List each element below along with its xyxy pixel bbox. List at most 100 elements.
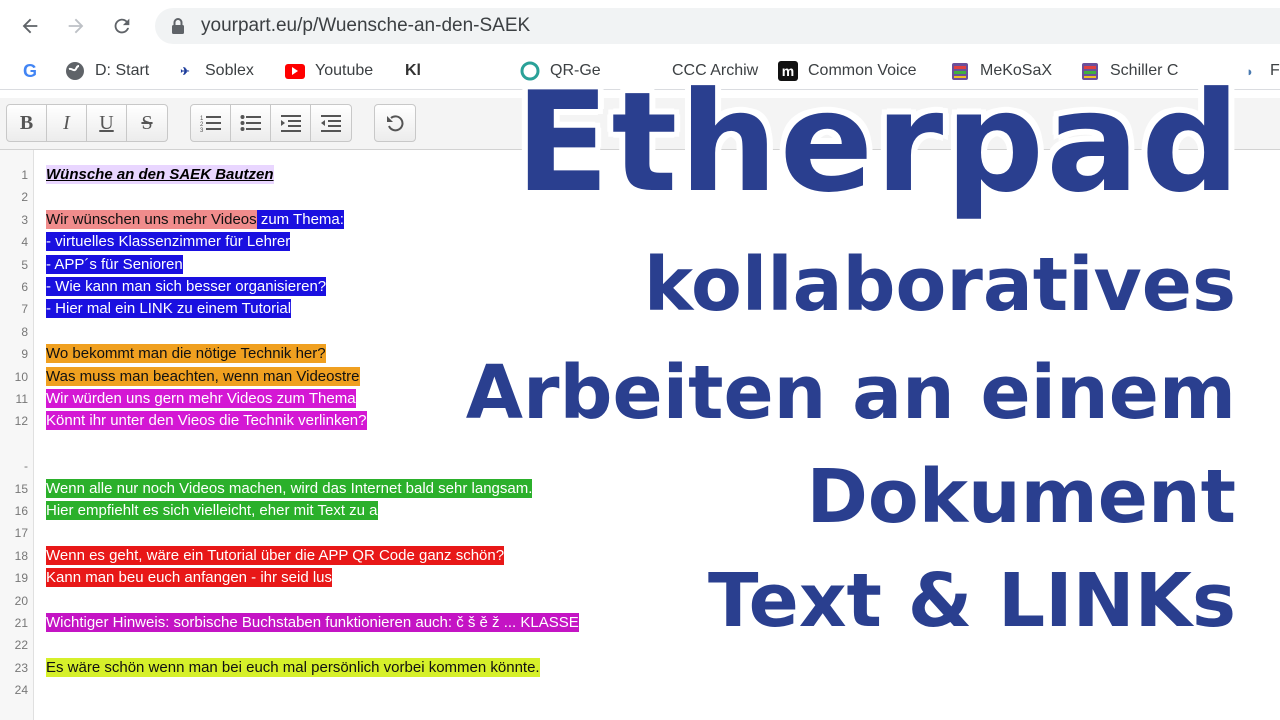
bookmark-ccc[interactable]: CCC Archiw (672, 59, 758, 83)
line-text[interactable]: Wir wünschen uns mehr Videos zum Thema: (46, 209, 344, 230)
author-text-segment: Könnt ihr unter den Vieos die Technik ve… (46, 411, 367, 431)
line-text[interactable]: - Wie kann man sich besser organisieren? (46, 277, 327, 297)
pad-line[interactable]: 4 - virtuelles Klassenzimmer für Lehrer (0, 231, 1280, 253)
bookmarks-bar: G D: Start ✈ Soblex Youtube Kl QR-Ge CCC… (0, 52, 1280, 90)
author-text-segment: Wir würden uns gern mehr Videos zum Them… (46, 389, 356, 408)
line-text[interactable]: - APP´s für Senioren (46, 254, 183, 275)
qr-icon (520, 61, 540, 81)
bookmark-qr[interactable]: QR-Ge (520, 59, 601, 83)
address-bar[interactable]: yourpart.eu/p/Wuensche-an-den-SAEK (155, 8, 1280, 44)
bookmark-common-voice[interactable]: m Common Voice (778, 59, 917, 83)
pad-line[interactable]: 15 Wenn alle nur noch Videos machen, wird… (0, 478, 1280, 500)
globe-icon (65, 61, 85, 81)
line-text[interactable]: Wünsche an den SAEK Bautzen (46, 165, 274, 185)
pad-line[interactable]: 20 (0, 590, 1280, 612)
line-number: 1 (21, 168, 28, 182)
schiller-icon (1080, 61, 1100, 81)
forward-arrow-icon[interactable] (62, 12, 90, 40)
google-icon: G (22, 60, 37, 81)
pad-line[interactable] (0, 433, 1280, 455)
pad-line[interactable]: 11 Wir würden uns gern mehr Videos zum Th… (0, 388, 1280, 410)
bookmark-label: MeKoSaX (980, 62, 1053, 79)
browser-navbar: yourpart.eu/p/Wuensche-an-den-SAEK (0, 0, 1280, 52)
line-text[interactable]: Hier empfiehlt es sich vielleicht, eher … (46, 501, 378, 521)
outdent-button[interactable] (311, 105, 351, 141)
back-arrow-icon[interactable] (16, 12, 44, 40)
line-text[interactable]: Was muss man beachten, wenn man Videostr… (46, 366, 360, 387)
pad-editor[interactable]: 1 Wünsche an den SAEK Bautzen 2 3 Wir wünsch… (0, 150, 1280, 720)
line-number: 23 (14, 660, 28, 675)
author-text-segment: zum Thema: (256, 209, 344, 229)
pad-line[interactable]: 12 Könnt ihr unter den Vieos die Technik … (0, 410, 1280, 432)
lock-icon (171, 18, 185, 39)
pad-line[interactable]: 6 - Wie kann man sich besser organisieren… (0, 276, 1280, 298)
line-text[interactable]: Wir würden uns gern mehr Videos zum Them… (46, 389, 356, 409)
bookmark-schiller[interactable]: Schiller C (1080, 59, 1178, 83)
pad-line[interactable]: 7 - Hier mal ein LINK zu einem Tutorial (0, 298, 1280, 320)
undo-button[interactable] (375, 105, 415, 141)
line-text[interactable]: - virtuelles Klassenzimmer für Lehrer (46, 232, 291, 252)
pad-line[interactable]: 5 - APP´s für Senioren (0, 254, 1280, 276)
bookmark-mekosax[interactable]: MeKoSaX (950, 59, 1052, 83)
line-number: 22 (14, 638, 28, 653)
author-text-segment: - APP´s für Senioren (46, 254, 183, 274)
pad-line[interactable]: 22 (0, 634, 1280, 656)
bookmark-d-start[interactable]: D: Start (65, 59, 149, 83)
line-text[interactable]: Es wäre schön wenn man bei euch mal pers… (46, 657, 540, 678)
line-text[interactable]: Wo bekommt man die nötige Technik her? (46, 344, 326, 364)
pad-line[interactable]: 21 Wichtiger Hinweis: sorbische Buchstabe… (0, 612, 1280, 634)
bookmark-icon: ◗ (1246, 63, 1254, 79)
pad-line[interactable]: 16 Hier empfiehlt es sich vielleicht, ehe… (0, 500, 1280, 522)
line-number: 18 (14, 548, 28, 563)
bookmark-kl[interactable]: Kl (405, 59, 421, 83)
pad-line[interactable]: 19 Kann man beu euch anfangen - ihr seid … (0, 567, 1280, 589)
pad-line[interactable]: 17 (0, 522, 1280, 544)
line-text[interactable]: - Hier mal ein LINK zu einem Tutorial (46, 299, 292, 319)
reload-icon[interactable] (108, 12, 136, 40)
author-text-segment: - Wie kann man sich besser organisieren? (46, 277, 327, 296)
line-number: 9 (21, 347, 28, 362)
bookmark-label: Common Voice (808, 62, 917, 79)
pad-line[interactable]: 10 Was muss man beachten, wenn man Videos… (0, 366, 1280, 388)
pad-line[interactable]: 8 (0, 321, 1280, 343)
pad-line[interactable]: 2 (0, 186, 1280, 208)
indent-button[interactable] (271, 105, 311, 141)
pad-line[interactable]: 3 Wir wünschen uns mehr Videos zum Thema: (0, 209, 1280, 231)
line-number: 24 (14, 683, 28, 698)
pad-line[interactable]: 1 Wünsche an den SAEK Bautzen (0, 164, 1280, 186)
url-text[interactable]: yourpart.eu/p/Wuensche-an-den-SAEK (201, 15, 530, 37)
bookmark-label: D: Start (95, 62, 150, 79)
svg-text:3: 3 (200, 128, 204, 133)
bold-button[interactable]: B (7, 105, 47, 141)
italic-button[interactable]: I (47, 105, 87, 141)
pad-line[interactable]: 18 Wenn es geht, wäre ein Tutorial über d… (0, 545, 1280, 567)
list-button-group: 123 (190, 104, 352, 142)
pad-line[interactable]: 9 Wo bekommt man die nötige Technik her? (0, 343, 1280, 365)
line-text[interactable]: Wenn es geht, wäre ein Tutorial über die… (46, 545, 505, 566)
line-number: 19 (14, 571, 28, 586)
bookmark-youtube[interactable]: Youtube (285, 59, 373, 83)
line-number: - (24, 459, 28, 474)
unordered-list-button[interactable] (231, 105, 271, 141)
line-text[interactable]: Wichtiger Hinweis: sorbische Buchstaben … (46, 613, 579, 633)
bookmark-google[interactable]: G (20, 59, 40, 83)
bookmark-fr[interactable]: ◗ Fr (1240, 59, 1280, 83)
unordered-list-icon (240, 115, 261, 131)
underline-button[interactable]: U (87, 105, 127, 141)
bookmark-soblex[interactable]: ✈ Soblex (175, 59, 254, 83)
strikethrough-button[interactable]: S (127, 105, 167, 141)
line-text[interactable]: Könnt ihr unter den Vieos die Technik ve… (46, 411, 367, 431)
history-button-group (374, 104, 416, 142)
author-text-segment: Wo bekommt man die nötige Technik her? (46, 344, 326, 364)
line-text[interactable]: Wenn alle nur noch Videos machen, wird d… (46, 478, 533, 499)
pad-line[interactable]: - (0, 455, 1280, 477)
author-text-segment: Es wäre schön wenn man bei euch mal pers… (46, 657, 540, 677)
line-number: 21 (14, 616, 28, 630)
line-number: 11 (15, 392, 28, 406)
ordered-list-button[interactable]: 123 (191, 105, 231, 141)
line-text[interactable]: Kann man beu euch anfangen - ihr seid lu… (46, 568, 333, 588)
pad-line[interactable]: 23 Es wäre schön wenn man bei euch mal pe… (0, 657, 1280, 679)
pad-line[interactable]: 24 (0, 679, 1280, 701)
etherpad-toolbar: B I U S 123 (0, 98, 1280, 150)
line-number: 4 (21, 235, 28, 250)
